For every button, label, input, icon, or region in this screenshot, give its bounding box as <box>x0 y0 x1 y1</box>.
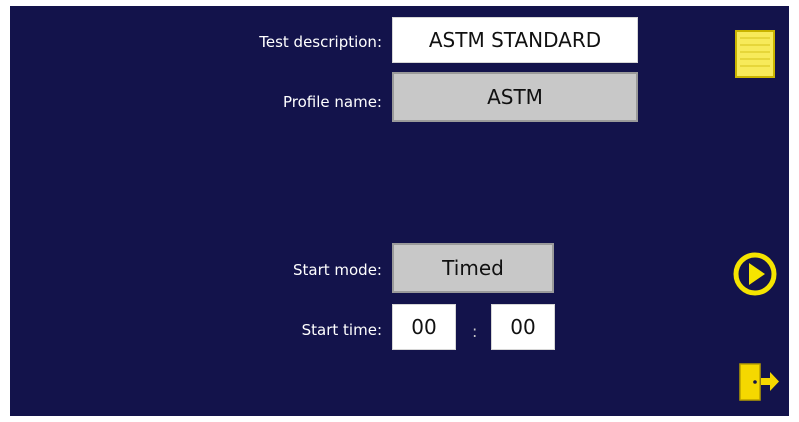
notes-icon[interactable] <box>735 30 775 82</box>
start-time-separator: : <box>472 322 478 341</box>
profile-name-label: Profile name: <box>282 93 382 111</box>
start-mode-label: Start mode: <box>292 261 382 279</box>
main-screen: Test description: ASTM STANDARD Profile … <box>10 6 789 416</box>
test-description-label: Test description: <box>259 33 382 51</box>
play-icon[interactable] <box>732 251 778 301</box>
exit-door-icon[interactable] <box>737 360 781 408</box>
start-mode-field[interactable]: Timed <box>392 243 554 293</box>
start-time-label: Start time: <box>301 321 382 339</box>
start-time-minutes-field[interactable]: 00 <box>491 304 555 350</box>
start-time-hours-field[interactable]: 00 <box>392 304 456 350</box>
profile-name-field[interactable]: ASTM <box>392 72 638 122</box>
test-description-field[interactable]: ASTM STANDARD <box>392 17 638 63</box>
